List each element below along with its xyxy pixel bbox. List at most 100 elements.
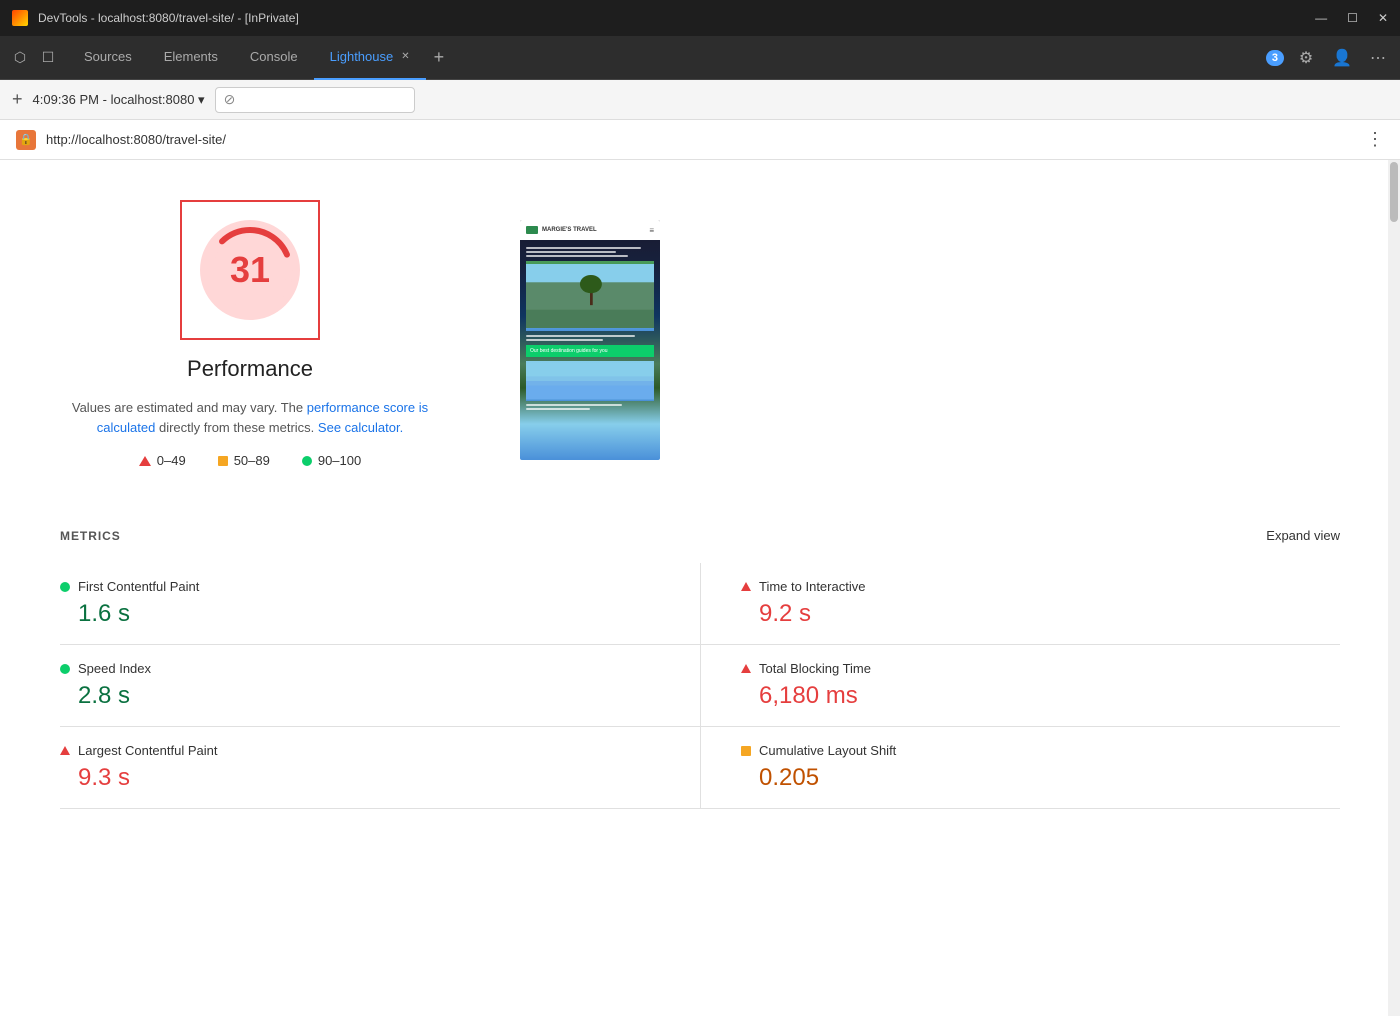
devtools-icon — [12, 10, 28, 26]
screenshot-bottom-image — [526, 361, 654, 401]
triangle-icon — [139, 456, 151, 466]
profile-icon[interactable]: 👤 — [1328, 44, 1356, 72]
metric-lcp-value: 9.3 s — [78, 764, 660, 792]
tabs: Sources Elements Console Lighthouse ✕ + — [68, 36, 452, 80]
tab-console-label: Console — [250, 49, 298, 64]
metric-tbt-value: 6,180 ms — [759, 682, 1340, 710]
metric-fcp-name: First Contentful Paint — [78, 579, 199, 594]
address-add-button[interactable]: + — [12, 89, 23, 110]
title-bar-text: DevTools - localhost:8080/travel-site/ -… — [38, 11, 299, 25]
scrollbar[interactable] — [1388, 160, 1400, 1016]
metric-fcp-header: First Contentful Paint — [60, 579, 660, 594]
square-icon — [218, 456, 228, 466]
score-legend: 0–49 50–89 90–100 — [139, 453, 361, 468]
metrics-grid: First Contentful Paint 1.6 s Time to Int… — [60, 563, 1340, 809]
screenshot-header: MARGIE'S TRAVEL ≡ — [520, 220, 660, 240]
screenshot-preview: MARGIE'S TRAVEL ≡ — [520, 220, 660, 460]
tab-bar-left: ⬡ ☐ — [8, 46, 60, 70]
metric-cls-value: 0.205 — [759, 764, 1340, 792]
settings-icon[interactable]: ⚙ — [1292, 44, 1320, 72]
scrollbar-thumb[interactable] — [1390, 162, 1398, 222]
metric-cls-header: Cumulative Layout Shift — [741, 743, 1340, 758]
performance-section: 31 Performance Values are estimated and … — [60, 200, 1340, 468]
legend-bad: 0–49 — [139, 453, 186, 468]
performance-description: Values are estimated and may vary. The p… — [60, 398, 440, 437]
tab-sources-label: Sources — [84, 49, 132, 64]
title-bar-controls: — ☐ ✕ — [1315, 11, 1388, 25]
tab-bar: ⬡ ☐ Sources Elements Console Lighthouse … — [0, 36, 1400, 80]
metric-tti-header: Time to Interactive — [741, 579, 1340, 594]
metric-tbt-header: Total Blocking Time — [741, 661, 1340, 676]
legend-medium: 50–89 — [218, 453, 270, 468]
metric-si-header: Speed Index — [60, 661, 660, 676]
notification-badge: 3 — [1266, 50, 1284, 66]
metric-cls: Cumulative Layout Shift 0.205 — [700, 727, 1340, 809]
minimize-button[interactable]: — — [1315, 11, 1327, 25]
title-bar: DevTools - localhost:8080/travel-site/ -… — [0, 0, 1400, 36]
calculator-link[interactable]: See calculator. — [318, 420, 403, 435]
metric-tti: Time to Interactive 9.2 s — [700, 563, 1340, 645]
metric-tbt-name: Total Blocking Time — [759, 661, 871, 676]
cancel-icon[interactable]: ⊘ — [224, 91, 236, 108]
legend-medium-label: 50–89 — [234, 453, 270, 468]
tab-bar-right: 3 ⚙ 👤 ⋯ — [1266, 44, 1392, 72]
metric-good-icon-2 — [60, 664, 70, 674]
metric-si-name: Speed Index — [78, 661, 151, 676]
legend-bad-label: 0–49 — [157, 453, 186, 468]
site-logo — [526, 226, 538, 234]
address-bar: + 4:09:36 PM - localhost:8080 ▾ ⊘ — [0, 80, 1400, 120]
page-menu-icon[interactable]: ⋮ — [1366, 129, 1384, 150]
lock-icon: 🔒 — [16, 130, 36, 150]
metric-fcp: First Contentful Paint 1.6 s — [60, 563, 700, 645]
tab-sources[interactable]: Sources — [68, 36, 148, 80]
tab-add-button[interactable]: + — [426, 36, 453, 80]
metrics-section: METRICS Expand view First Contentful Pai… — [60, 528, 1340, 809]
close-button[interactable]: ✕ — [1378, 11, 1388, 25]
tab-lighthouse-label: Lighthouse — [330, 49, 394, 64]
circle-icon — [302, 456, 312, 466]
more-icon[interactable]: ⋯ — [1364, 44, 1392, 72]
metric-si-value: 2.8 s — [78, 682, 660, 710]
tab-lighthouse[interactable]: Lighthouse ✕ — [314, 36, 426, 80]
metric-lcp: Largest Contentful Paint 9.3 s — [60, 727, 700, 809]
screenshot-landscape — [526, 261, 654, 331]
metric-bad-icon-2 — [741, 664, 751, 673]
performance-title: Performance — [187, 356, 313, 382]
metrics-title: METRICS — [60, 529, 121, 543]
metric-lcp-name: Largest Contentful Paint — [78, 743, 217, 758]
tab-console[interactable]: Console — [234, 36, 314, 80]
maximize-button[interactable]: ☐ — [1347, 11, 1358, 25]
legend-good-label: 90–100 — [318, 453, 361, 468]
screenshot-image: MARGIE'S TRAVEL ≡ — [520, 220, 660, 460]
metric-si: Speed Index 2.8 s — [60, 645, 700, 727]
legend-good: 90–100 — [302, 453, 361, 468]
content-area: 31 Performance Values are estimated and … — [0, 160, 1400, 1016]
score-number: 31 — [230, 249, 270, 291]
main-content: 31 Performance Values are estimated and … — [0, 160, 1400, 1016]
metric-bad-icon-3 — [60, 746, 70, 755]
metric-bad-icon — [741, 582, 751, 591]
metric-good-icon — [60, 582, 70, 592]
performance-score-card: 31 — [180, 200, 320, 340]
screen-cast-icon[interactable]: ⬡ — [8, 46, 32, 70]
inspect-icon[interactable]: ☐ — [36, 46, 60, 70]
page-url-bar: 🔒 http://localhost:8080/travel-site/ ⋮ — [0, 120, 1400, 160]
metric-cls-name: Cumulative Layout Shift — [759, 743, 896, 758]
metric-tbt: Total Blocking Time 6,180 ms — [700, 645, 1340, 727]
metric-medium-icon — [741, 746, 751, 756]
screenshot-body: Our best destination guides for you — [520, 240, 660, 416]
metric-fcp-value: 1.6 s — [78, 600, 660, 628]
score-circle: 31 — [200, 220, 300, 320]
screenshot-cta-bar: Our best destination guides for you — [526, 345, 654, 357]
metric-tti-value: 9.2 s — [759, 600, 1340, 628]
metric-lcp-header: Largest Contentful Paint — [60, 743, 660, 758]
tab-elements[interactable]: Elements — [148, 36, 234, 80]
tab-close-icon[interactable]: ✕ — [401, 51, 409, 62]
address-time: 4:09:36 PM - localhost:8080 ▾ — [33, 92, 205, 108]
page-url-text: http://localhost:8080/travel-site/ — [46, 132, 226, 147]
metric-tti-name: Time to Interactive — [759, 579, 865, 594]
expand-view-button[interactable]: Expand view — [1266, 528, 1340, 543]
metrics-header: METRICS Expand view — [60, 528, 1340, 543]
address-url-box[interactable]: ⊘ — [215, 87, 415, 113]
tab-elements-label: Elements — [164, 49, 218, 64]
